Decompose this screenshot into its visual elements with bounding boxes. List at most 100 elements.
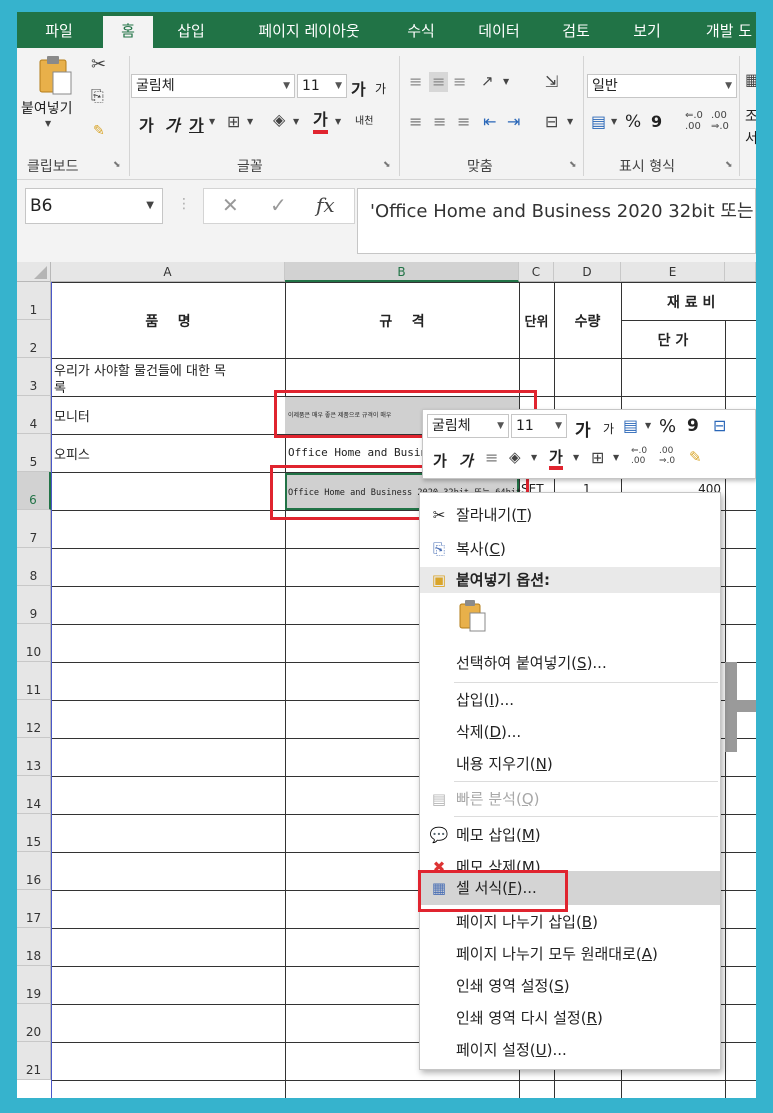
underline-button[interactable]: 가 [189, 112, 204, 136]
cell-a3-line2[interactable]: 록 [54, 377, 66, 396]
mini-increase-decimal-icon[interactable]: ⇐.0.00 [631, 446, 647, 466]
row-header-13[interactable]: 13 [17, 738, 51, 776]
chevron-down-icon[interactable]: ▼ [247, 118, 253, 126]
row-header-3[interactable]: 3 [17, 358, 51, 396]
chevron-down-icon[interactable]: ▼ [503, 78, 509, 86]
mini-format-painter-icon[interactable]: ✎ [689, 450, 702, 465]
mini-font-color-button[interactable]: 가 [549, 448, 563, 470]
paste-option-button[interactable] [458, 599, 488, 633]
cancel-icon[interactable]: ✕ [222, 193, 239, 217]
copy-icon[interactable]: ⎘ [91, 88, 104, 104]
row-header-8[interactable]: 8 [17, 548, 51, 586]
align-bottom-icon[interactable]: ≡ [453, 74, 466, 90]
row-header-10[interactable]: 10 [17, 624, 51, 662]
mini-accounting-format-icon[interactable]: ▤ [623, 418, 638, 434]
cell-a4[interactable]: 모니터 [54, 406, 90, 425]
column-header-b[interactable]: B [285, 262, 519, 282]
borders-icon[interactable]: ⊞ [227, 114, 240, 130]
align-left-icon[interactable]: ≡ [409, 114, 422, 130]
column-header-c[interactable]: C [519, 262, 554, 282]
row-header-7[interactable]: 7 [17, 510, 51, 548]
mini-borders-icon[interactable]: ⊞ [591, 450, 604, 466]
cell-a1-header[interactable]: 품 명 [51, 283, 285, 358]
menu-item-paste-special[interactable]: 선택하여 붙여넣기(S)... [420, 647, 720, 679]
insert-function-icon[interactable]: fx [316, 193, 335, 217]
tab-home[interactable]: 홈 [103, 16, 153, 48]
tab-data[interactable]: 데이터 [465, 12, 533, 48]
chevron-down-icon[interactable]: ▼ [613, 454, 619, 462]
chevron-down-icon[interactable]: ▼ [293, 118, 299, 126]
tab-view[interactable]: 보기 [621, 12, 673, 48]
chevron-down-icon[interactable]: ▼ [573, 454, 579, 462]
italic-button[interactable]: 가 [165, 112, 180, 136]
merge-center-icon[interactable]: ⊟ [545, 114, 558, 130]
increase-decimal-icon[interactable]: ⇐.0.00 [685, 110, 703, 132]
number-launcher-icon[interactable]: ⬊ [725, 160, 733, 170]
row-header-1[interactable]: 1 [17, 282, 51, 320]
row-header-18[interactable]: 18 [17, 928, 51, 966]
phonetic-button[interactable]: 내천 [355, 112, 373, 127]
menu-item-insert[interactable]: 삽입(I)... [420, 684, 720, 716]
tab-developer[interactable]: 개발 도 [689, 12, 756, 48]
align-middle-icon[interactable]: ≡ [429, 72, 449, 92]
wrap-text-icon[interactable]: ⇲ [545, 74, 558, 90]
mini-merge-icon[interactable]: ⊟ [713, 418, 726, 434]
menu-item-cut[interactable]: ✂ 잘라내기(T) [420, 499, 720, 531]
align-right-icon[interactable]: ≡ [457, 114, 470, 130]
cut-icon[interactable]: ✂ [91, 56, 106, 74]
menu-item-delete[interactable]: 삭제(D)... [420, 716, 720, 748]
column-header-e[interactable]: E [621, 262, 725, 282]
mini-bold-button[interactable]: 가 [433, 450, 447, 471]
conditional-format-label[interactable]: 조 [745, 106, 756, 126]
mini-font-size-dropdown[interactable]: 11 ▼ [511, 414, 567, 438]
row-header-6[interactable]: 6 [17, 472, 51, 510]
tab-page-layout[interactable]: 페이지 레이아웃 [237, 12, 381, 48]
row-header-11[interactable]: 11 [17, 662, 51, 700]
paste-dropdown-icon[interactable]: ▼ [45, 120, 51, 128]
paste-button[interactable] [37, 54, 75, 96]
chevron-down-icon[interactable]: ▼ [209, 118, 215, 126]
align-center-icon[interactable]: ≡ [433, 114, 446, 130]
tab-formulas[interactable]: 수식 [393, 12, 449, 48]
tab-insert[interactable]: 삽입 [165, 12, 217, 48]
cell-a5[interactable]: 오피스 [54, 444, 90, 463]
format-painter-icon[interactable]: ✎ [93, 124, 105, 138]
row-header-15[interactable]: 15 [17, 814, 51, 852]
chevron-down-icon[interactable]: ▼ [645, 422, 651, 430]
row-header-5[interactable]: 5 [17, 434, 51, 472]
row-header-16[interactable]: 16 [17, 852, 51, 890]
mini-grow-font-button[interactable]: 가 [575, 416, 591, 441]
menu-item-reset-print-area[interactable]: 인쇄 영역 다시 설정(R) [420, 1002, 720, 1034]
tab-review[interactable]: 검토 [551, 12, 601, 48]
menu-item-set-print-area[interactable]: 인쇄 영역 설정(S) [420, 970, 720, 1002]
row-header-20[interactable]: 20 [17, 1004, 51, 1042]
font-name-dropdown[interactable]: 굴림체 ▼ [131, 74, 295, 98]
menu-item-reset-page-breaks[interactable]: 페이지 나누기 모두 원래대로(A) [420, 938, 720, 970]
conditional-format-icon[interactable]: ▦ [745, 72, 756, 88]
font-size-dropdown[interactable]: 11 ▼ [297, 74, 347, 98]
mini-decrease-decimal-icon[interactable]: .00 ⇒.0 [659, 446, 675, 466]
cell-d1-header[interactable]: 수량 [554, 283, 621, 358]
orientation-icon[interactable]: ↗ [481, 74, 494, 89]
row-header-4[interactable]: 4 [17, 396, 51, 434]
cell-a3-line1[interactable]: 우리가 사야할 물건들에 대한 목 [54, 360, 226, 379]
bold-button[interactable]: 가 [139, 112, 154, 136]
mini-shrink-font-button[interactable]: 가 [603, 420, 614, 437]
shrink-font-button[interactable]: 가 [375, 80, 386, 97]
mini-fill-color-icon[interactable]: ◈ [509, 450, 521, 465]
name-box[interactable]: B6 ▼ [25, 188, 163, 224]
font-launcher-icon[interactable]: ⬊ [383, 160, 391, 170]
mini-italic-button[interactable]: 가 [459, 450, 473, 471]
decrease-indent-icon[interactable]: ⇤ [483, 114, 496, 130]
menu-item-insert-comment[interactable]: 💬 메모 삽입(M) [420, 819, 720, 851]
row-header-2[interactable]: 2 [17, 320, 51, 358]
paste-label[interactable]: 붙여넣기 [21, 98, 73, 118]
cell-e1-header[interactable]: 재 료 비 [667, 292, 715, 312]
row-header-17[interactable]: 17 [17, 890, 51, 928]
percent-style-button[interactable]: % [625, 112, 641, 132]
column-header-d[interactable]: D [554, 262, 621, 282]
menu-item-quick-analysis[interactable]: ▤ 빠른 분석(Q) [420, 783, 720, 815]
row-header-9[interactable]: 9 [17, 586, 51, 624]
column-header-a[interactable]: A [51, 262, 285, 282]
row-header-12[interactable]: 12 [17, 700, 51, 738]
